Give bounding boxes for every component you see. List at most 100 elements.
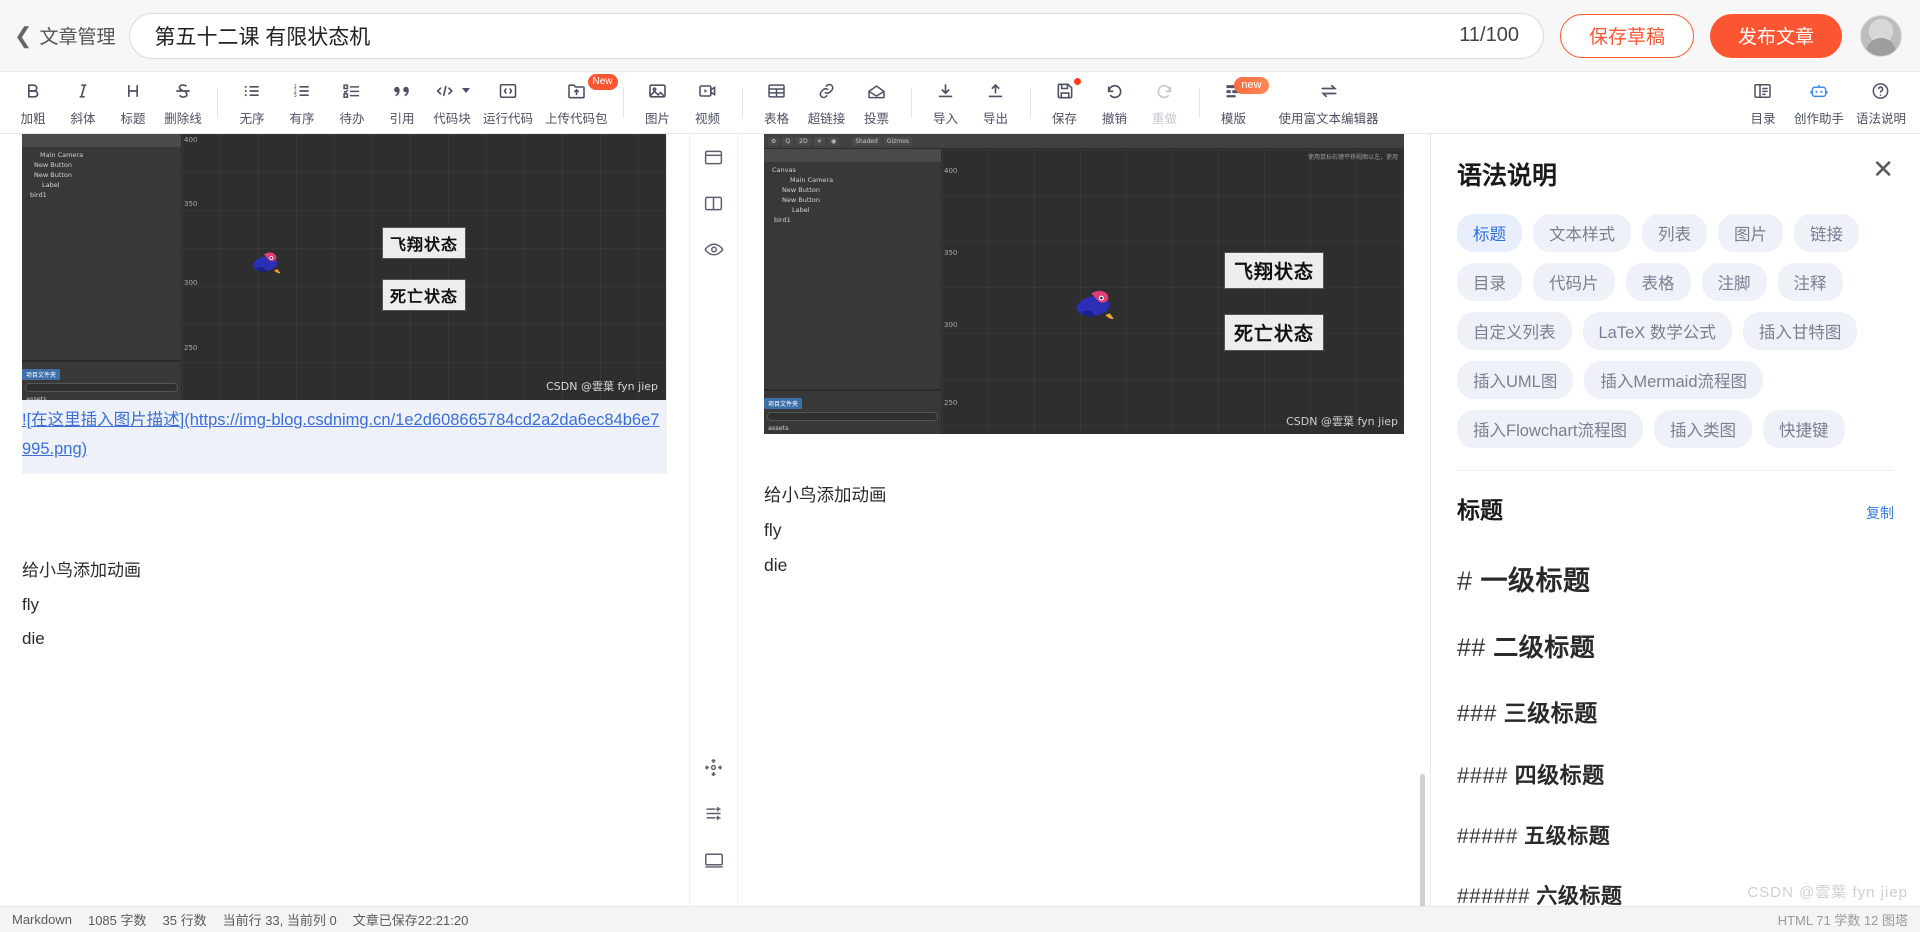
unity-axis-label: 300 xyxy=(944,321,958,329)
toolbar-ordered-list-button[interactable]: 123 有序 xyxy=(277,77,327,129)
quote-icon xyxy=(392,79,412,103)
toolbar-italic-button[interactable]: 斜体 xyxy=(58,77,108,129)
toolbar-quote-button[interactable]: 引用 xyxy=(377,77,427,129)
toolbar-divider xyxy=(1198,87,1200,118)
toolbar-bold-button[interactable]: 加粗 xyxy=(8,77,58,129)
toolbar-task-list-button[interactable]: 待办 xyxy=(327,77,377,129)
markdown-editor-pane[interactable]: Main Camera New Button New Button Label … xyxy=(0,134,690,906)
syntax-tag-toc[interactable]: 目录 xyxy=(1457,263,1522,301)
toolbar-heading-button[interactable]: 标题 xyxy=(108,77,158,129)
article-title-input[interactable] xyxy=(152,22,1446,49)
undo-icon xyxy=(1104,79,1125,103)
toolbar-video-button[interactable]: 视频 xyxy=(683,77,733,129)
heading-icon xyxy=(123,79,143,103)
unity-toolbar: ⚙ Q 2D ☀ ◉ Shaded Gizmos xyxy=(764,134,1404,149)
toolbar-redo-label: 重做 xyxy=(1152,111,1178,126)
syntax-tag-link[interactable]: 链接 xyxy=(1794,214,1859,252)
toolbar-save-button[interactable]: 保存 xyxy=(1040,77,1090,129)
unity-toolbar-chip: 2D xyxy=(796,136,811,146)
image-markdown-prefix: ![在这里插入图片描述] xyxy=(22,411,185,429)
layout-single-button[interactable] xyxy=(698,144,730,176)
align-button[interactable] xyxy=(698,800,730,832)
copy-button[interactable]: 复制 xyxy=(1866,503,1894,523)
syntax-tag-latex[interactable]: LaTeX 数学公式 xyxy=(1582,312,1732,350)
unity-project-tab: 项目文件夹 xyxy=(22,369,61,380)
syntax-tag-text-style[interactable]: 文本样式 xyxy=(1533,214,1631,252)
toolbar-image-button[interactable]: 图片 xyxy=(633,77,683,129)
toolbar-vote-button[interactable]: 投票 xyxy=(852,77,902,129)
syntax-tag-heading[interactable]: 标题 xyxy=(1457,214,1522,252)
editor-text-lines[interactable]: 给小鸟添加动画 fly die xyxy=(22,546,667,656)
close-icon[interactable]: ✕ xyxy=(1872,156,1894,182)
toolbar-undo-button[interactable]: 撤销 xyxy=(1090,77,1140,129)
syntax-tag-list[interactable]: 列表 xyxy=(1642,214,1707,252)
new-badge: New xyxy=(587,73,618,90)
toolbar-switch-editor-button[interactable]: 使用富文本编辑器 xyxy=(1259,77,1399,129)
toolbar-unordered-list-button[interactable]: 无序 xyxy=(227,77,277,129)
syntax-tag-comment[interactable]: 注释 xyxy=(1777,263,1843,301)
save-draft-button[interactable]: 保存草稿 xyxy=(1559,13,1694,58)
toolbar-strikethrough-button[interactable]: 删除线 xyxy=(158,77,208,129)
toolbar-syntax-help-button[interactable]: 语法说明 xyxy=(1850,77,1912,129)
syntax-sample-h5: ##### 五级标题 xyxy=(1457,820,1894,850)
toolbar-run-code-button[interactable]: 运行代码 xyxy=(477,77,539,129)
editor-image-block[interactable]: Main Camera New Button New Button Label … xyxy=(22,134,667,474)
unity-toolbar-chip: ⚙ xyxy=(768,136,780,146)
toolbar-upload-code-button[interactable]: New 上传代码包 xyxy=(539,73,618,129)
syntax-tag-footnote[interactable]: 注脚 xyxy=(1701,263,1767,301)
unity-project-node: Scripts xyxy=(764,433,941,434)
syntax-tag-image[interactable]: 图片 xyxy=(1718,214,1783,252)
fullscreen-button[interactable] xyxy=(698,846,730,878)
toolbar-redo-button[interactable]: 重做 xyxy=(1140,77,1190,129)
syntax-tag-mermaid[interactable]: 插入Mermaid流程图 xyxy=(1584,361,1764,399)
syntax-sample-h6: ###### 六级标题 xyxy=(1457,880,1894,906)
preview-scrollbar[interactable] xyxy=(1420,774,1425,906)
unity-scene-view: 使用鼠标右键平移视图以左，使用 400 350 300 250 飞翔状态 死亡状… xyxy=(942,149,1404,434)
toolbar-export-button[interactable]: 导出 xyxy=(971,77,1021,129)
title-field-wrapper[interactable]: 11/100 xyxy=(129,12,1544,59)
toolbar-template-button[interactable]: new 模版 xyxy=(1209,76,1269,129)
publish-article-button[interactable]: 发布文章 xyxy=(1709,13,1842,58)
toolbar-group-right: 目录 创作助手 语法说明 xyxy=(1738,77,1912,129)
rail-bottom-group xyxy=(698,754,730,892)
italic-icon xyxy=(73,79,93,103)
toolbar-save-label: 保存 xyxy=(1052,111,1078,126)
toolbar-ai-assistant-button[interactable]: 创作助手 xyxy=(1788,77,1850,129)
toolbar-link-button[interactable]: 超链接 xyxy=(802,77,852,129)
syntax-tag-uml[interactable]: 插入UML图 xyxy=(1457,361,1574,399)
toolbar-import-button[interactable]: 导入 xyxy=(921,77,971,129)
toolbar-toc-button[interactable]: 目录 xyxy=(1738,77,1788,129)
unity-scene-view: 400 350 300 250 飞翔状态 死亡状态 CSDN @雲葉 fyn j… xyxy=(182,134,666,400)
syntax-tag-gantt[interactable]: 插入甘特图 xyxy=(1742,312,1858,350)
toolbar-group-text: 加粗 斜体 标题 删除线 xyxy=(8,77,208,129)
unity-node: bird1 xyxy=(774,216,791,225)
unity-project-node: assets xyxy=(768,424,789,432)
syntax-sample-h4: #### 四级标题 xyxy=(1457,758,1894,790)
top-header: ❮ 文章管理 11/100 保存草稿 发布文章 xyxy=(0,0,1920,72)
toolbar-run-code-label: 运行代码 xyxy=(483,111,534,126)
syntax-tag-custom-list[interactable]: 自定义列表 xyxy=(1457,312,1572,350)
toolbar-code-block-button[interactable]: 代码块 xyxy=(427,77,477,129)
unity-hierarchy-header xyxy=(764,149,941,162)
toolbar-task-list-label: 待办 xyxy=(339,111,365,126)
toolbar-table-button[interactable]: 表格 xyxy=(752,77,802,129)
status-mode: Markdown xyxy=(12,912,72,927)
syntax-tag-flowchart[interactable]: 插入Flowchart流程图 xyxy=(1457,410,1644,448)
syntax-panel-header: 语法说明 ✕ xyxy=(1457,156,1894,192)
back-to-article-management[interactable]: ❮ 文章管理 xyxy=(14,22,125,49)
layout-split-button[interactable] xyxy=(698,190,730,222)
user-avatar[interactable] xyxy=(1860,14,1902,57)
editor-line: fly xyxy=(22,594,39,614)
markdown-preview-pane[interactable]: ⚙ Q 2D ☀ ◉ Shaded Gizmos Canvas Main Cam… xyxy=(738,134,1430,906)
editor-content[interactable]: Main Camera New Button New Button Label … xyxy=(0,134,689,656)
preview-toggle-button[interactable] xyxy=(698,236,730,268)
syntax-tag-table[interactable]: 表格 xyxy=(1625,263,1691,301)
image-markdown-text[interactable]: ![在这里插入图片描述](https://img-blog.csdnimg.cn… xyxy=(22,400,667,474)
syntax-tag-class-diagram[interactable]: 插入类图 xyxy=(1654,410,1753,448)
scroll-sync-button[interactable] xyxy=(698,754,730,786)
unity-hierarchy-panel: Main Camera New Button New Button Label … xyxy=(22,134,182,400)
toolbar-import-label: 导入 xyxy=(933,111,959,126)
toolbar-code-block-label: 代码块 xyxy=(433,111,471,126)
syntax-tag-shortcuts[interactable]: 快捷键 xyxy=(1763,410,1845,448)
syntax-tag-code-snippet[interactable]: 代码片 xyxy=(1533,263,1615,301)
